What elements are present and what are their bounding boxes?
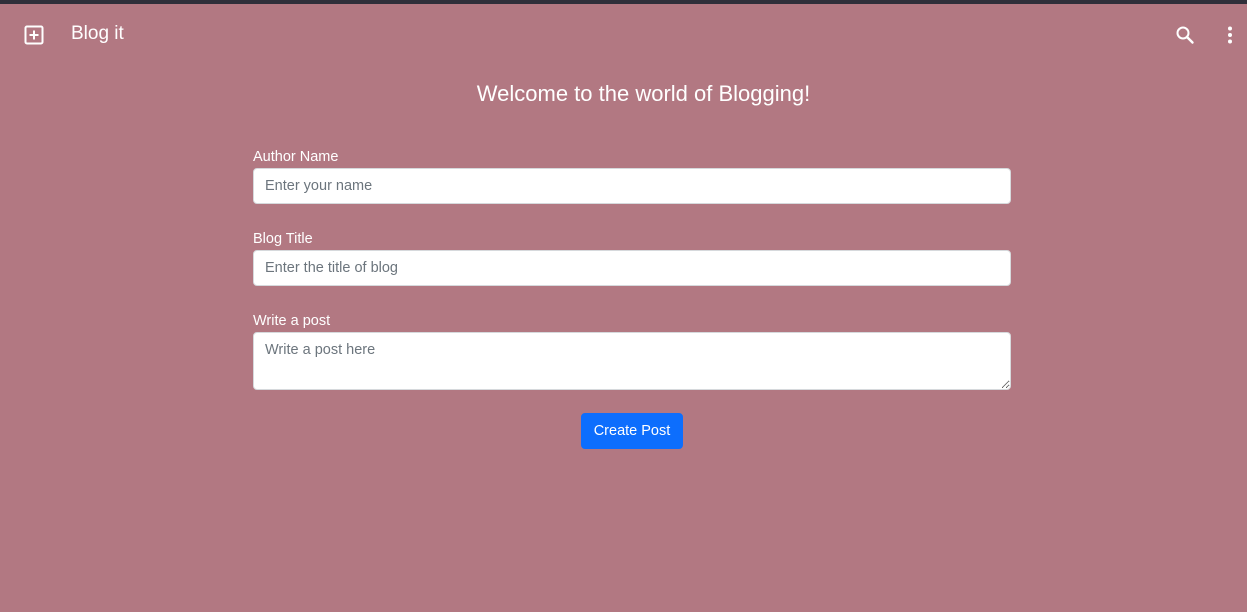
- create-post-button[interactable]: Create Post: [580, 413, 684, 449]
- author-name-label: Author Name: [253, 149, 339, 165]
- author-name-input[interactable]: [253, 168, 1011, 204]
- post-body-label: Write a post: [253, 313, 331, 329]
- create-post-form: Author Name Blog Title Write a post Crea…: [253, 148, 1011, 449]
- more-vertical-icon: [1228, 26, 1232, 44]
- form-actions: Create Post: [253, 413, 1011, 449]
- author-name-group: Author Name: [253, 148, 1011, 204]
- search-button[interactable]: [1173, 23, 1197, 47]
- post-body-textarea[interactable]: [253, 332, 1011, 390]
- blog-title-label: Blog Title: [253, 231, 313, 247]
- add-post-button[interactable]: [22, 23, 46, 47]
- app-title: Blog it: [71, 23, 124, 44]
- post-body-group: Write a post: [253, 312, 1011, 390]
- blog-title-input[interactable]: [253, 250, 1011, 286]
- more-options-button[interactable]: [1218, 23, 1242, 47]
- blog-title-group: Blog Title: [253, 230, 1011, 286]
- page-heading: Welcome to the world of Blogging!: [476, 81, 811, 106]
- app-bar: Blog it: [0, 4, 1247, 64]
- add-box-icon: [24, 25, 44, 45]
- search-icon: [1176, 26, 1194, 44]
